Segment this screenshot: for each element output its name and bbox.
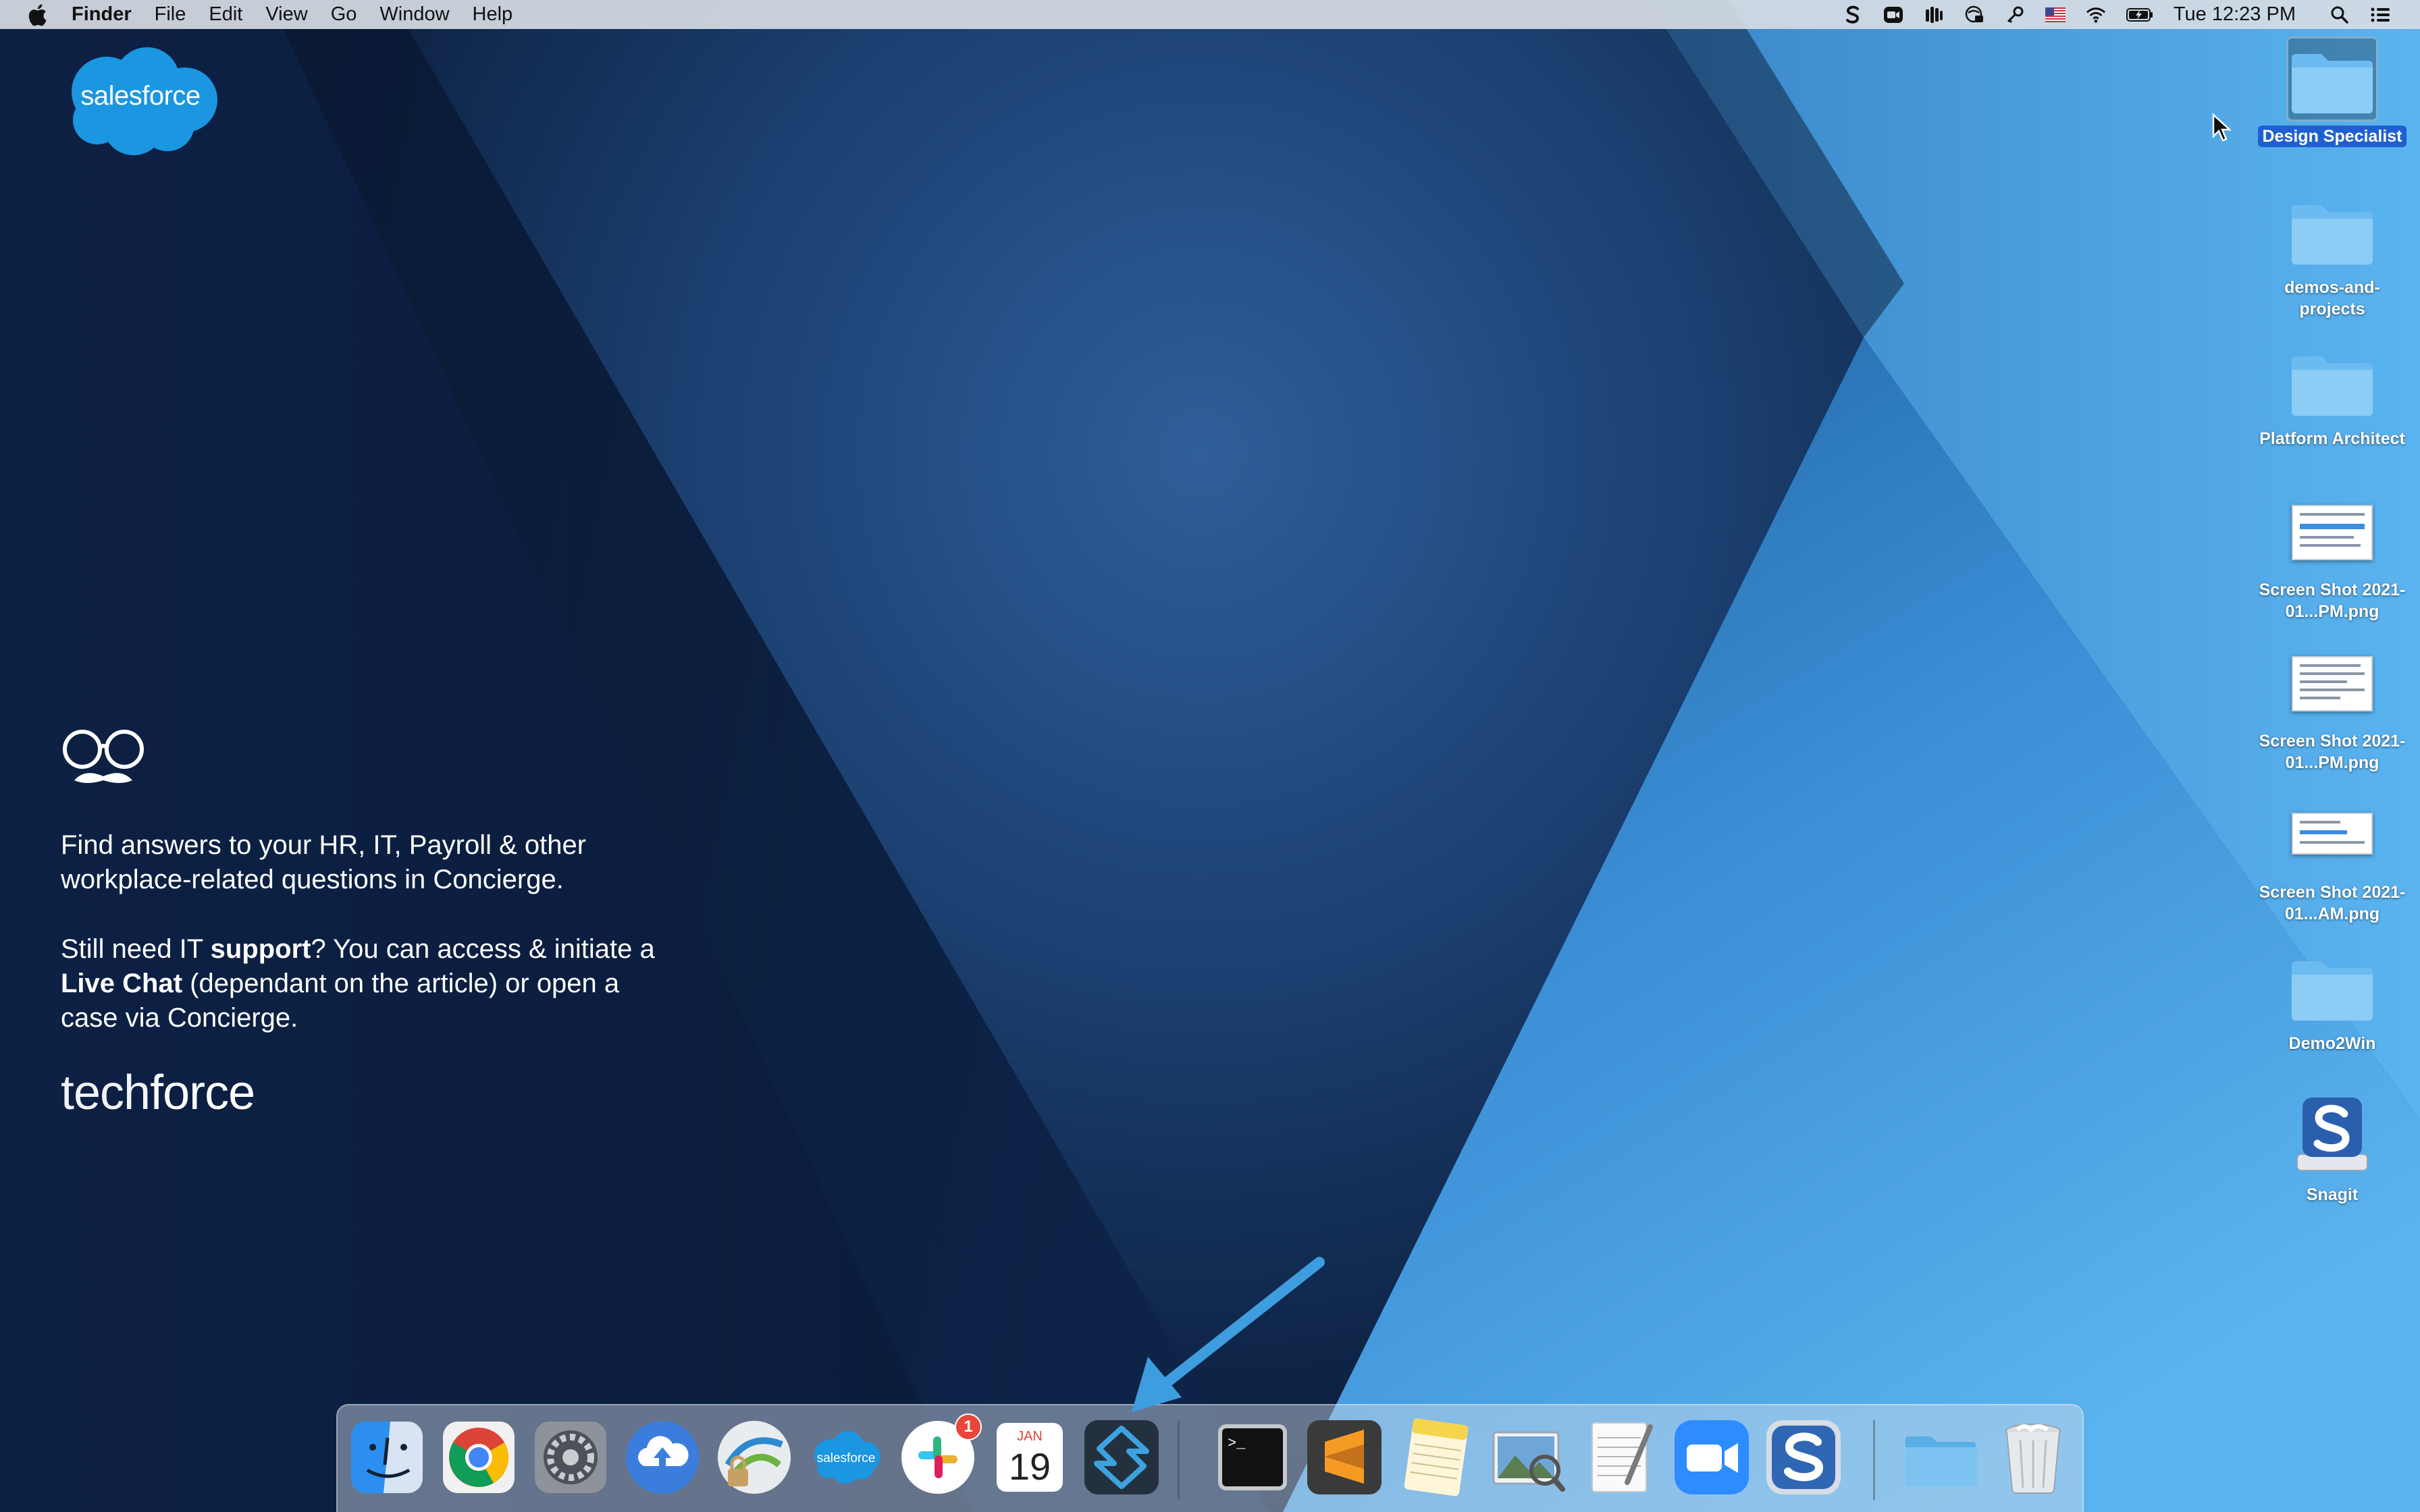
desktop-folder-demo2win[interactable]: Demo2Win <box>2251 944 2413 1054</box>
battery-icon[interactable] <box>2126 5 2153 25</box>
folder-icon <box>2286 188 2378 273</box>
desktop-item-label: Screen Shot 2021-01...PM.png <box>2259 580 2406 621</box>
desktop-file-screenshot-3[interactable]: Screen Shot 2021-01...AM.png <box>2251 792 2413 925</box>
folder-icon <box>2286 944 2378 1029</box>
desktop-item-label: demos-and-projects <box>2284 278 2380 319</box>
calendar-icon: JAN 19 <box>990 1418 1070 1497</box>
svg-text:salesforce: salesforce <box>817 1451 876 1465</box>
mouse-cursor-icon <box>2212 113 2231 142</box>
apple-menu-icon[interactable] <box>27 3 47 26</box>
image-thumbnail-icon <box>2286 490 2378 575</box>
desktop-item-label: Platform Architect <box>2259 429 2405 448</box>
menu-app-finder[interactable]: Finder <box>72 3 132 26</box>
sublime-text-icon <box>1305 1418 1384 1497</box>
concierge-panel: Find answers to your HR, IT, Payroll & o… <box>61 728 668 1120</box>
concierge-intro-text: Find answers to your HR, IT, Payroll & o… <box>61 830 587 894</box>
dock-downloads-folder[interactable] <box>1901 1418 1981 1497</box>
menu-go[interactable]: Go <box>331 3 357 26</box>
dock-preview[interactable] <box>1488 1418 1568 1497</box>
svg-text:19: 19 <box>1009 1445 1051 1488</box>
dock-notes[interactable] <box>1396 1418 1476 1497</box>
glasses-mustache-icon <box>63 730 144 783</box>
preview-icon <box>1488 1418 1568 1497</box>
dock-system-preferences[interactable] <box>531 1418 610 1497</box>
wifi-icon[interactable] <box>2086 5 2106 25</box>
image-thumbnail-icon <box>2286 792 2378 878</box>
dock-snagit[interactable] <box>1764 1418 1843 1497</box>
desktop-item-label: Snagit <box>2306 1185 2359 1204</box>
textedit-icon <box>1580 1418 1660 1497</box>
menubar-clock[interactable]: Tue 12:23 PM <box>2174 3 2296 26</box>
svg-text:JAN: JAN <box>1017 1429 1043 1444</box>
slack-icon: 1 <box>898 1413 982 1497</box>
desktop-file-screenshot-2[interactable]: Screen Shot 2021-01...PM.png <box>2251 641 2413 774</box>
dock-finder[interactable] <box>347 1418 427 1497</box>
dock-textedit[interactable] <box>1580 1418 1660 1497</box>
techforce-brand: techforce <box>61 1066 255 1120</box>
audio-bars-icon[interactable] <box>1924 5 1944 25</box>
vpn-status-icon[interactable] <box>1964 5 1984 25</box>
dock-trash[interactable] <box>1993 1418 2073 1497</box>
chrome-icon <box>439 1418 519 1497</box>
zoom-icon <box>1672 1418 1752 1497</box>
dock-terminal[interactable]: >_ <box>1213 1418 1292 1497</box>
notification-center-icon[interactable] <box>2370 5 2390 25</box>
dock-vpn-client[interactable] <box>714 1418 794 1497</box>
us-flag-icon[interactable] <box>2045 5 2066 25</box>
desktop-item-label: Screen Shot 2021-01...AM.png <box>2259 883 2406 923</box>
dock-sublime-text[interactable] <box>1305 1418 1384 1497</box>
salesforce-logo-text: salesforce <box>80 81 201 111</box>
desktop-file-screenshot-1[interactable]: Screen Shot 2021-01...PM.png <box>2251 490 2413 622</box>
dock-calendar[interactable]: JAN 19 <box>990 1418 1070 1497</box>
menu-view[interactable]: View <box>265 3 307 26</box>
image-thumbnail-icon <box>2286 641 2378 726</box>
svg-text:>_: >_ <box>1228 1435 1246 1452</box>
dock-chrome[interactable] <box>439 1418 519 1497</box>
streamline-icon <box>1082 1418 1161 1497</box>
menu-window[interactable]: Window <box>379 3 449 26</box>
dock-zoom[interactable] <box>1672 1418 1752 1497</box>
cloud-upload-icon <box>623 1418 702 1497</box>
terminal-icon: >_ <box>1213 1418 1292 1497</box>
desktop-item-label: Design Specialist <box>2258 126 2406 147</box>
salesforce-icon: salesforce <box>806 1418 886 1497</box>
system-preferences-icon <box>531 1418 610 1497</box>
key-icon[interactable] <box>2005 5 2025 25</box>
trash-icon <box>1993 1418 2073 1497</box>
folder-icon <box>2286 339 2378 424</box>
it-support-text: Still need IT support? You can access & … <box>61 934 655 1033</box>
snagit-icon <box>1764 1418 1843 1497</box>
dock: salesforce 1 JAN 19 >_ <box>336 1404 2084 1512</box>
dock-separator <box>1178 1420 1180 1500</box>
desktop-item-label: Demo2Win <box>2288 1034 2376 1053</box>
menu-help[interactable]: Help <box>473 3 513 26</box>
salesforce-logo: salesforce <box>59 45 221 158</box>
spotlight-search-icon[interactable] <box>2330 5 2350 25</box>
menu-edit[interactable]: Edit <box>209 3 242 26</box>
notes-icon <box>1396 1418 1476 1497</box>
downloads-folder-icon <box>1901 1418 1981 1497</box>
desktop-folder-demos-and-projects[interactable]: demos-and-projects <box>2251 188 2413 320</box>
desktop-item-label: Screen Shot 2021-01...PM.png <box>2259 732 2406 772</box>
desktop-folder-platform-architect[interactable]: Platform Architect <box>2251 339 2413 450</box>
menu-file[interactable]: File <box>155 3 186 26</box>
dock-slack[interactable]: 1 <box>898 1413 982 1497</box>
zoom-status-icon[interactable] <box>1883 5 1903 25</box>
disk-image-icon <box>2286 1095 2378 1180</box>
dock-separator <box>1873 1420 1875 1500</box>
vpn-client-icon <box>714 1418 794 1497</box>
notification-badge: 1 <box>955 1413 982 1440</box>
desktop-drive-snagit[interactable]: Snagit <box>2251 1095 2413 1206</box>
snagit-status-icon[interactable] <box>1843 5 1863 25</box>
folder-icon <box>2286 36 2378 122</box>
desktop-folder-design-specialist[interactable]: Design Specialist <box>2251 36 2413 147</box>
dock-cloud-upload[interactable] <box>623 1418 702 1497</box>
dock-streamline[interactable] <box>1082 1418 1161 1497</box>
menu-bar: Finder File Edit View Go Window Help Tue… <box>0 0 2420 29</box>
finder-icon <box>347 1418 427 1497</box>
dock-salesforce[interactable]: salesforce <box>806 1418 886 1497</box>
